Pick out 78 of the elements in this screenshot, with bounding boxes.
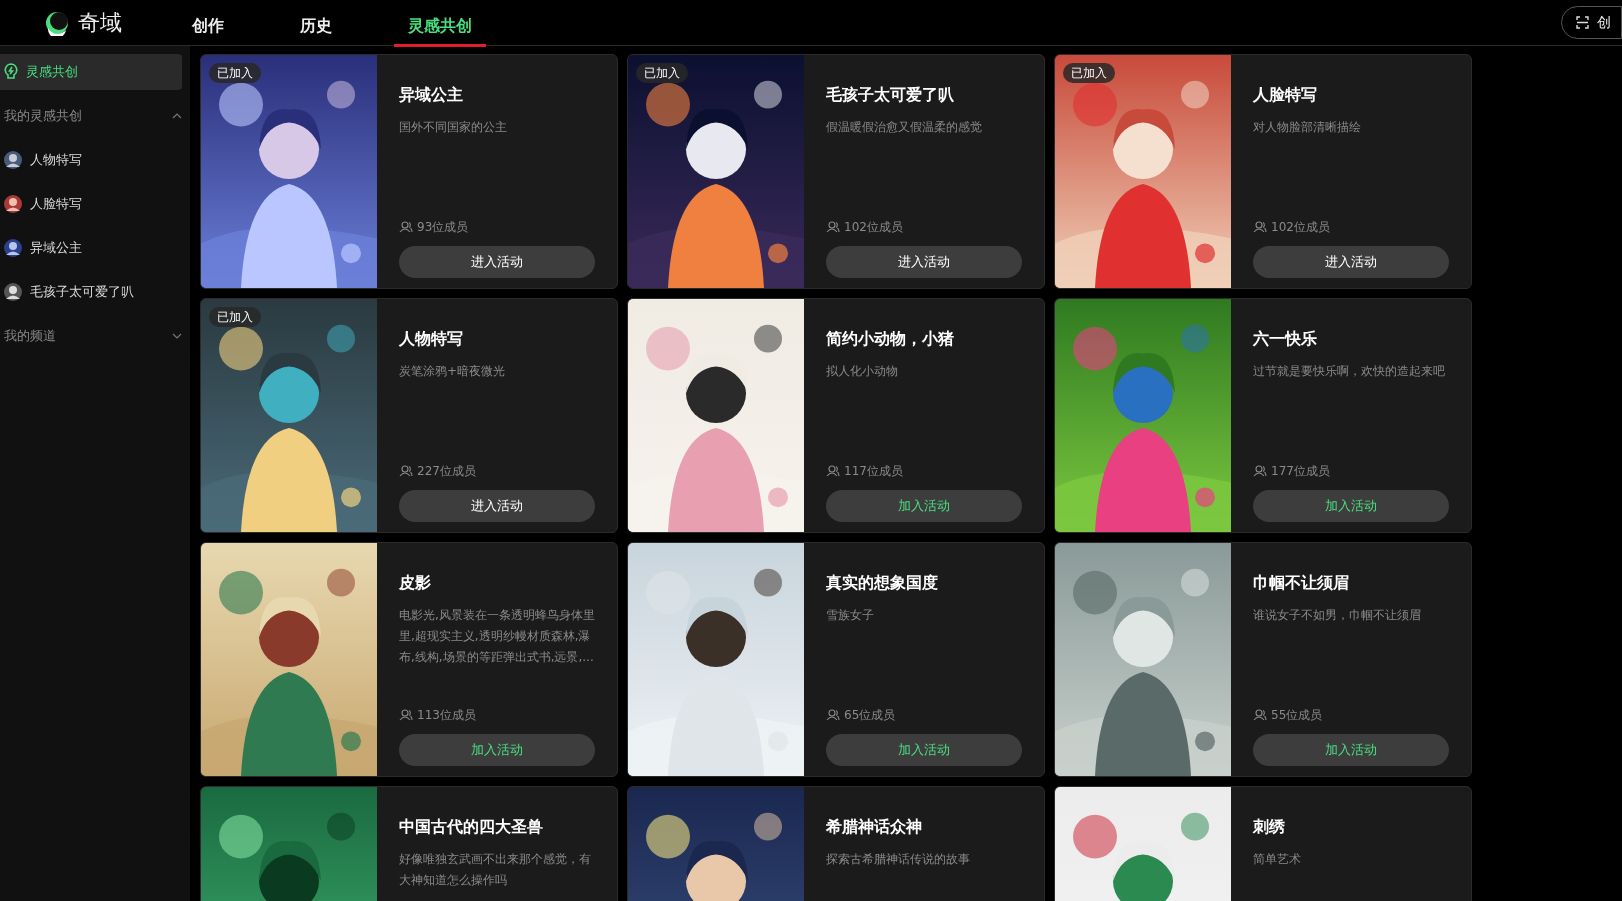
sidebar-item[interactable]: 异域公主 [0, 226, 182, 270]
nav-tab[interactable]: 创作 [178, 4, 238, 47]
card-description: 探索古希腊神话传说的故事 [826, 851, 971, 868]
sidebar-item[interactable]: 人物特写 [0, 138, 182, 182]
join-button[interactable]: 加入活动 [826, 734, 1022, 766]
card-title: 真实的想象国度 [826, 572, 939, 594]
join-button[interactable]: 加入活动 [1253, 734, 1449, 766]
card-title: 简约小动物，小猪 [826, 328, 955, 350]
member-count: 65位成员 [844, 707, 896, 724]
member-count: 227位成员 [417, 463, 476, 480]
channel-label: 人脸特写 [30, 195, 82, 214]
card-description: 谁说女子不如男，巾帼不让须眉 [1253, 607, 1422, 624]
card-title: 巾帼不让须眉 [1253, 572, 1350, 594]
card-description: 对人物脸部清晰描绘 [1253, 119, 1362, 136]
card-title: 中国古代的四大圣兽 [399, 816, 544, 838]
card-title: 人脸特写 [1253, 84, 1318, 106]
card-description: 拟人化小动物 [826, 363, 899, 380]
card-title: 希腊神话众神 [826, 816, 923, 838]
join-button[interactable]: 加入活动 [399, 734, 595, 766]
members-icon [399, 465, 413, 477]
create-button[interactable]: 创 [1561, 6, 1622, 39]
channel-label: 异域公主 [30, 239, 82, 258]
members-icon [1253, 221, 1267, 233]
card-description: 电影光,风景装在一条透明蜂鸟身体里里,超现实主义,透明纱幔材质森林,瀑布,线构,场景的等距弹出式书,远景,... [399, 607, 595, 666]
members-icon [1253, 465, 1267, 477]
member-count: 117位成员 [844, 463, 903, 480]
member-count: 102位成员 [1271, 219, 1330, 236]
members-icon [399, 709, 413, 721]
joined-tag: 已加入 [209, 63, 261, 83]
card-description: 雪族女子 [826, 607, 875, 624]
enter-button[interactable]: 进入活动 [399, 490, 595, 522]
card-title: 六一快乐 [1253, 328, 1318, 350]
card-description: 假温暖假治愈又假温柔的感觉 [826, 119, 983, 136]
sidebar-section[interactable]: 我的灵感共创 [0, 94, 182, 138]
member-count: 177位成员 [1271, 463, 1330, 480]
chevron-up-icon [172, 113, 182, 119]
section-label: 我的频道 [4, 327, 56, 346]
channel-label: 人物特写 [30, 151, 82, 170]
channel-label: 毛孩子太可爱了叭 [30, 283, 134, 302]
chevron-down-icon [172, 333, 182, 339]
card-title: 刺绣 [1253, 816, 1286, 838]
logo-text: 奇域 [78, 9, 122, 37]
joined-tag: 已加入 [1063, 63, 1115, 83]
card-description: 过节就是要快乐啊，欢快的造起来吧 [1253, 363, 1446, 380]
logo-icon [44, 9, 70, 36]
section-label: 我的灵感共创 [4, 107, 82, 126]
member-count: 55位成员 [1271, 707, 1323, 724]
sidebar-item[interactable]: 毛孩子太可爱了叭 [0, 270, 182, 314]
bulb-icon [4, 63, 18, 81]
sidebar-item[interactable]: 人脸特写 [0, 182, 182, 226]
card-description: 好像唯独玄武画不出来那个感觉，有大神知道怎么操作吗 [399, 851, 592, 889]
card-description: 炭笔涂鸦+暗夜微光 [399, 363, 507, 380]
sidebar-section[interactable]: 我的频道 [0, 314, 182, 358]
enter-button[interactable]: 进入活动 [399, 246, 595, 278]
member-count: 113位成员 [417, 707, 476, 724]
nav-tab[interactable]: 灵感共创 [394, 4, 486, 47]
members-icon [1253, 709, 1267, 721]
members-icon [826, 465, 840, 477]
nav-tab[interactable]: 历史 [286, 4, 346, 47]
card-title: 皮影 [399, 572, 432, 594]
members-icon [399, 221, 413, 233]
card-title: 毛孩子太可爱了叭 [826, 84, 955, 106]
card-description: 简单艺术 [1253, 851, 1302, 868]
expand-icon [1576, 16, 1589, 29]
members-icon [826, 709, 840, 721]
enter-button[interactable]: 进入活动 [1253, 246, 1449, 278]
join-button[interactable]: 加入活动 [1253, 490, 1449, 522]
card-description: 国外不同国家的公主 [399, 119, 508, 136]
joined-tag: 已加入 [636, 63, 688, 83]
member-count: 93位成员 [417, 219, 469, 236]
sidebar-item[interactable]: 灵感共创 [0, 54, 182, 90]
join-button[interactable]: 加入活动 [826, 490, 1022, 522]
joined-tag: 已加入 [209, 307, 261, 327]
enter-button[interactable]: 进入活动 [826, 246, 1022, 278]
card-title: 人物特写 [399, 328, 464, 350]
member-count: 102位成员 [844, 219, 903, 236]
members-icon [826, 221, 840, 233]
card-title: 异域公主 [399, 84, 464, 106]
